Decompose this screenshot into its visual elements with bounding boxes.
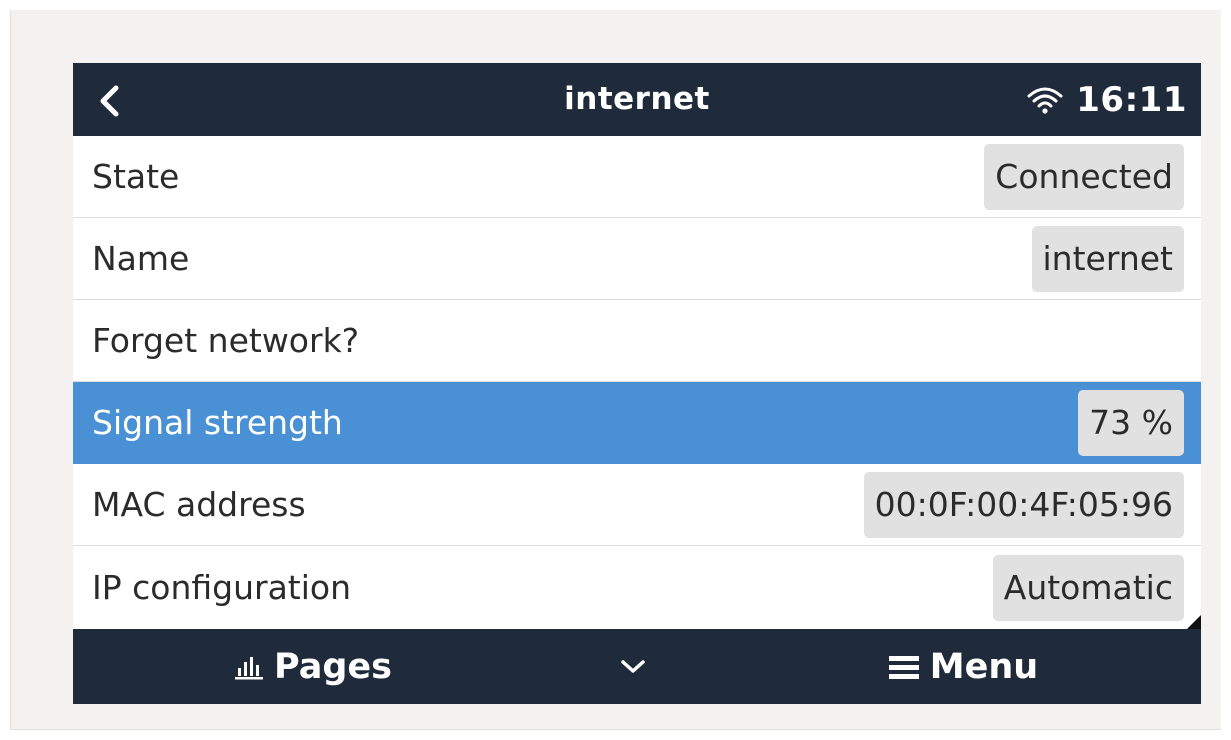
menu-button[interactable]: Menu [873,629,1053,704]
row-forget-network[interactable]: Forget network? [73,300,1201,382]
scroll-indicator [1187,615,1201,629]
row-label: Forget network? [92,321,360,360]
pages-label: Pages [274,646,392,687]
row-label: State [92,157,180,196]
hamburger-menu-icon [888,655,919,679]
name-value: internet [1031,225,1184,292]
status-area: 16:11 [1026,63,1187,136]
bar-chart-icon [235,656,264,679]
mac-address-value: 00:0F:00:4F:05:96 [863,471,1184,538]
menu-label: Menu [929,646,1039,687]
row-mac-address[interactable]: MAC address 00:0F:00:4F:05:96 [73,464,1201,546]
state-value: Connected [984,143,1184,210]
row-ip-configuration[interactable]: IP configuration Automatic [73,546,1201,629]
row-state[interactable]: State Connected [73,136,1201,218]
device-screen: internet 16:11 State Connected Name inte… [73,63,1201,704]
row-label: Signal strength [92,403,343,442]
top-bar: internet 16:11 [73,63,1201,136]
signal-strength-value: 73 % [1078,389,1184,456]
row-label: MAC address [92,485,306,524]
outer-frame: internet 16:11 State Connected Name inte… [10,10,1221,730]
settings-list: State Connected Name internet Forget net… [73,136,1201,629]
pages-button[interactable]: Pages [213,629,413,704]
row-signal-strength[interactable]: Signal strength 73 % [73,382,1201,464]
chevron-down-icon [621,659,645,673]
row-name[interactable]: Name internet [73,218,1201,300]
bottom-bar: Pages Menu [73,629,1201,704]
scroll-down-button[interactable] [603,629,663,704]
clock: 16:11 [1076,79,1187,120]
wifi-icon [1027,87,1063,114]
ip-configuration-value: Automatic [992,554,1184,621]
row-label: Name [92,239,190,278]
row-label: IP configuration [92,568,352,607]
